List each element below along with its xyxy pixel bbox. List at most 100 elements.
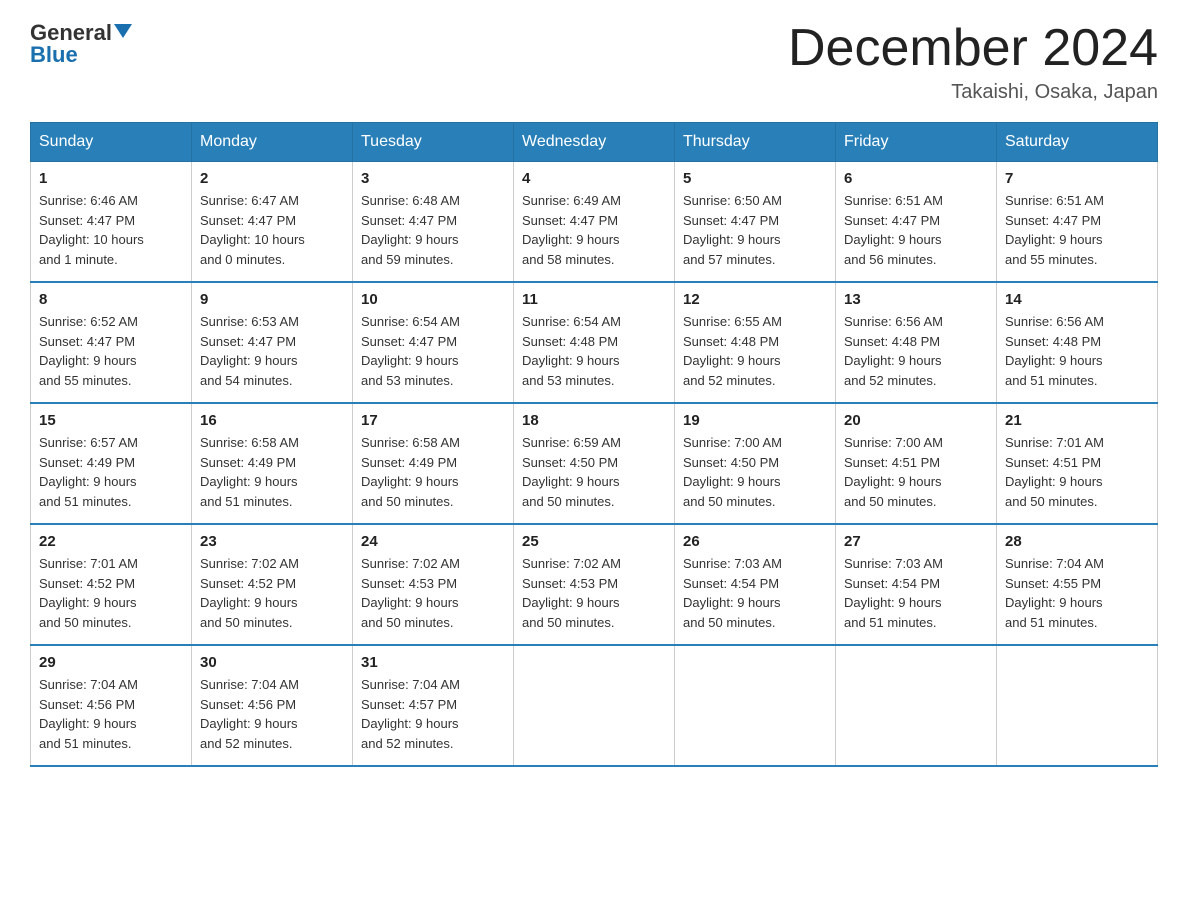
day-sun-info: Sunrise: 6:56 AM Sunset: 4:48 PM Dayligh… bbox=[844, 312, 988, 390]
day-number: 3 bbox=[361, 170, 505, 187]
calendar-day-cell: 30 Sunrise: 7:04 AM Sunset: 4:56 PM Dayli… bbox=[192, 645, 353, 766]
calendar-week-row: 8 Sunrise: 6:52 AM Sunset: 4:47 PM Daylig… bbox=[31, 282, 1158, 403]
day-number: 31 bbox=[361, 654, 505, 671]
day-sun-info: Sunrise: 7:01 AM Sunset: 4:52 PM Dayligh… bbox=[39, 554, 183, 632]
day-sun-info: Sunrise: 6:50 AM Sunset: 4:47 PM Dayligh… bbox=[683, 191, 827, 269]
calendar-day-cell: 11Sunrise: 6:54 AM Sunset: 4:48 PM Dayli… bbox=[514, 282, 675, 403]
day-number: 9 bbox=[200, 291, 344, 308]
day-sun-info: Sunrise: 7:03 AM Sunset: 4:54 PM Dayligh… bbox=[683, 554, 827, 632]
logo-blue-text: Blue bbox=[30, 42, 78, 68]
logo: General Blue bbox=[30, 20, 132, 68]
day-sun-info: Sunrise: 7:02 AM Sunset: 4:53 PM Dayligh… bbox=[361, 554, 505, 632]
day-of-week-header: Thursday bbox=[675, 123, 836, 162]
calendar-table: SundayMondayTuesdayWednesdayThursdayFrid… bbox=[30, 122, 1158, 767]
day-number: 13 bbox=[844, 291, 988, 308]
day-sun-info: Sunrise: 6:58 AM Sunset: 4:49 PM Dayligh… bbox=[200, 433, 344, 511]
day-number: 5 bbox=[683, 170, 827, 187]
day-sun-info: Sunrise: 6:48 AM Sunset: 4:47 PM Dayligh… bbox=[361, 191, 505, 269]
calendar-day-cell bbox=[997, 645, 1158, 766]
day-sun-info: Sunrise: 6:47 AM Sunset: 4:47 PM Dayligh… bbox=[200, 191, 344, 269]
day-number: 10 bbox=[361, 291, 505, 308]
calendar-day-cell: 21 Sunrise: 7:01 AM Sunset: 4:51 PM Dayli… bbox=[997, 403, 1158, 524]
day-number: 21 bbox=[1005, 412, 1149, 429]
calendar-day-cell: 26Sunrise: 7:03 AM Sunset: 4:54 PM Dayli… bbox=[675, 524, 836, 645]
calendar-day-cell: 4 Sunrise: 6:49 AM Sunset: 4:47 PM Daylig… bbox=[514, 162, 675, 283]
day-number: 14 bbox=[1005, 291, 1149, 308]
day-sun-info: Sunrise: 6:59 AM Sunset: 4:50 PM Dayligh… bbox=[522, 433, 666, 511]
day-number: 30 bbox=[200, 654, 344, 671]
day-number: 22 bbox=[39, 533, 183, 550]
day-number: 17 bbox=[361, 412, 505, 429]
day-of-week-header: Monday bbox=[192, 123, 353, 162]
day-number: 18 bbox=[522, 412, 666, 429]
day-number: 8 bbox=[39, 291, 183, 308]
day-sun-info: Sunrise: 7:00 AM Sunset: 4:51 PM Dayligh… bbox=[844, 433, 988, 511]
day-sun-info: Sunrise: 7:04 AM Sunset: 4:55 PM Dayligh… bbox=[1005, 554, 1149, 632]
calendar-day-cell: 12 Sunrise: 6:55 AM Sunset: 4:48 PM Dayli… bbox=[675, 282, 836, 403]
day-sun-info: Sunrise: 6:53 AM Sunset: 4:47 PM Dayligh… bbox=[200, 312, 344, 390]
calendar-day-cell: 23 Sunrise: 7:02 AM Sunset: 4:52 PM Dayli… bbox=[192, 524, 353, 645]
day-sun-info: Sunrise: 6:49 AM Sunset: 4:47 PM Dayligh… bbox=[522, 191, 666, 269]
day-sun-info: Sunrise: 6:56 AM Sunset: 4:48 PM Dayligh… bbox=[1005, 312, 1149, 390]
page-header: General Blue December 2024 Takaishi, Osa… bbox=[30, 20, 1158, 104]
day-number: 16 bbox=[200, 412, 344, 429]
day-number: 15 bbox=[39, 412, 183, 429]
day-number: 19 bbox=[683, 412, 827, 429]
calendar-day-cell: 1 Sunrise: 6:46 AM Sunset: 4:47 PM Daylig… bbox=[31, 162, 192, 283]
calendar-day-cell: 28 Sunrise: 7:04 AM Sunset: 4:55 PM Dayli… bbox=[997, 524, 1158, 645]
calendar-day-cell: 18 Sunrise: 6:59 AM Sunset: 4:50 PM Dayli… bbox=[514, 403, 675, 524]
calendar-day-cell: 22 Sunrise: 7:01 AM Sunset: 4:52 PM Dayli… bbox=[31, 524, 192, 645]
day-sun-info: Sunrise: 6:58 AM Sunset: 4:49 PM Dayligh… bbox=[361, 433, 505, 511]
day-number: 6 bbox=[844, 170, 988, 187]
calendar-day-cell: 6 Sunrise: 6:51 AM Sunset: 4:47 PM Daylig… bbox=[836, 162, 997, 283]
calendar-day-cell: 5 Sunrise: 6:50 AM Sunset: 4:47 PM Daylig… bbox=[675, 162, 836, 283]
calendar-day-cell: 14 Sunrise: 6:56 AM Sunset: 4:48 PM Dayli… bbox=[997, 282, 1158, 403]
day-sun-info: Sunrise: 7:04 AM Sunset: 4:56 PM Dayligh… bbox=[200, 675, 344, 753]
calendar-day-cell: 24 Sunrise: 7:02 AM Sunset: 4:53 PM Dayli… bbox=[353, 524, 514, 645]
calendar-day-cell bbox=[514, 645, 675, 766]
day-number: 20 bbox=[844, 412, 988, 429]
day-sun-info: Sunrise: 6:46 AM Sunset: 4:47 PM Dayligh… bbox=[39, 191, 183, 269]
day-number: 28 bbox=[1005, 533, 1149, 550]
calendar-day-cell: 2 Sunrise: 6:47 AM Sunset: 4:47 PM Daylig… bbox=[192, 162, 353, 283]
month-title: December 2024 bbox=[788, 20, 1158, 77]
calendar-week-row: 1 Sunrise: 6:46 AM Sunset: 4:47 PM Daylig… bbox=[31, 162, 1158, 283]
day-number: 29 bbox=[39, 654, 183, 671]
calendar-day-cell: 17 Sunrise: 6:58 AM Sunset: 4:49 PM Dayli… bbox=[353, 403, 514, 524]
day-sun-info: Sunrise: 7:03 AM Sunset: 4:54 PM Dayligh… bbox=[844, 554, 988, 632]
day-of-week-header: Friday bbox=[836, 123, 997, 162]
day-number: 4 bbox=[522, 170, 666, 187]
day-number: 7 bbox=[1005, 170, 1149, 187]
day-sun-info: Sunrise: 7:01 AM Sunset: 4:51 PM Dayligh… bbox=[1005, 433, 1149, 511]
calendar-week-row: 15Sunrise: 6:57 AM Sunset: 4:49 PM Dayli… bbox=[31, 403, 1158, 524]
calendar-day-cell: 9 Sunrise: 6:53 AM Sunset: 4:47 PM Daylig… bbox=[192, 282, 353, 403]
day-sun-info: Sunrise: 6:51 AM Sunset: 4:47 PM Dayligh… bbox=[844, 191, 988, 269]
day-sun-info: Sunrise: 7:04 AM Sunset: 4:56 PM Dayligh… bbox=[39, 675, 183, 753]
calendar-day-cell: 7Sunrise: 6:51 AM Sunset: 4:47 PM Daylig… bbox=[997, 162, 1158, 283]
calendar-day-cell: 27 Sunrise: 7:03 AM Sunset: 4:54 PM Dayli… bbox=[836, 524, 997, 645]
day-sun-info: Sunrise: 7:02 AM Sunset: 4:52 PM Dayligh… bbox=[200, 554, 344, 632]
day-sun-info: Sunrise: 7:04 AM Sunset: 4:57 PM Dayligh… bbox=[361, 675, 505, 753]
day-number: 1 bbox=[39, 170, 183, 187]
day-sun-info: Sunrise: 6:55 AM Sunset: 4:48 PM Dayligh… bbox=[683, 312, 827, 390]
day-sun-info: Sunrise: 6:54 AM Sunset: 4:48 PM Dayligh… bbox=[522, 312, 666, 390]
calendar-day-cell: 19Sunrise: 7:00 AM Sunset: 4:50 PM Dayli… bbox=[675, 403, 836, 524]
day-number: 27 bbox=[844, 533, 988, 550]
day-number: 2 bbox=[200, 170, 344, 187]
calendar-day-cell: 13 Sunrise: 6:56 AM Sunset: 4:48 PM Dayli… bbox=[836, 282, 997, 403]
day-number: 12 bbox=[683, 291, 827, 308]
day-number: 24 bbox=[361, 533, 505, 550]
day-of-week-header: Saturday bbox=[997, 123, 1158, 162]
calendar-day-cell: 25Sunrise: 7:02 AM Sunset: 4:53 PM Dayli… bbox=[514, 524, 675, 645]
day-of-week-header: Sunday bbox=[31, 123, 192, 162]
day-sun-info: Sunrise: 6:54 AM Sunset: 4:47 PM Dayligh… bbox=[361, 312, 505, 390]
calendar-day-cell: 3 Sunrise: 6:48 AM Sunset: 4:47 PM Daylig… bbox=[353, 162, 514, 283]
calendar-day-cell: 16 Sunrise: 6:58 AM Sunset: 4:49 PM Dayli… bbox=[192, 403, 353, 524]
calendar-day-cell: 15Sunrise: 6:57 AM Sunset: 4:49 PM Dayli… bbox=[31, 403, 192, 524]
day-of-week-header: Tuesday bbox=[353, 123, 514, 162]
day-sun-info: Sunrise: 6:52 AM Sunset: 4:47 PM Dayligh… bbox=[39, 312, 183, 390]
calendar-day-cell bbox=[675, 645, 836, 766]
day-number: 23 bbox=[200, 533, 344, 550]
title-block: December 2024 Takaishi, Osaka, Japan bbox=[788, 20, 1158, 104]
calendar-day-cell bbox=[836, 645, 997, 766]
